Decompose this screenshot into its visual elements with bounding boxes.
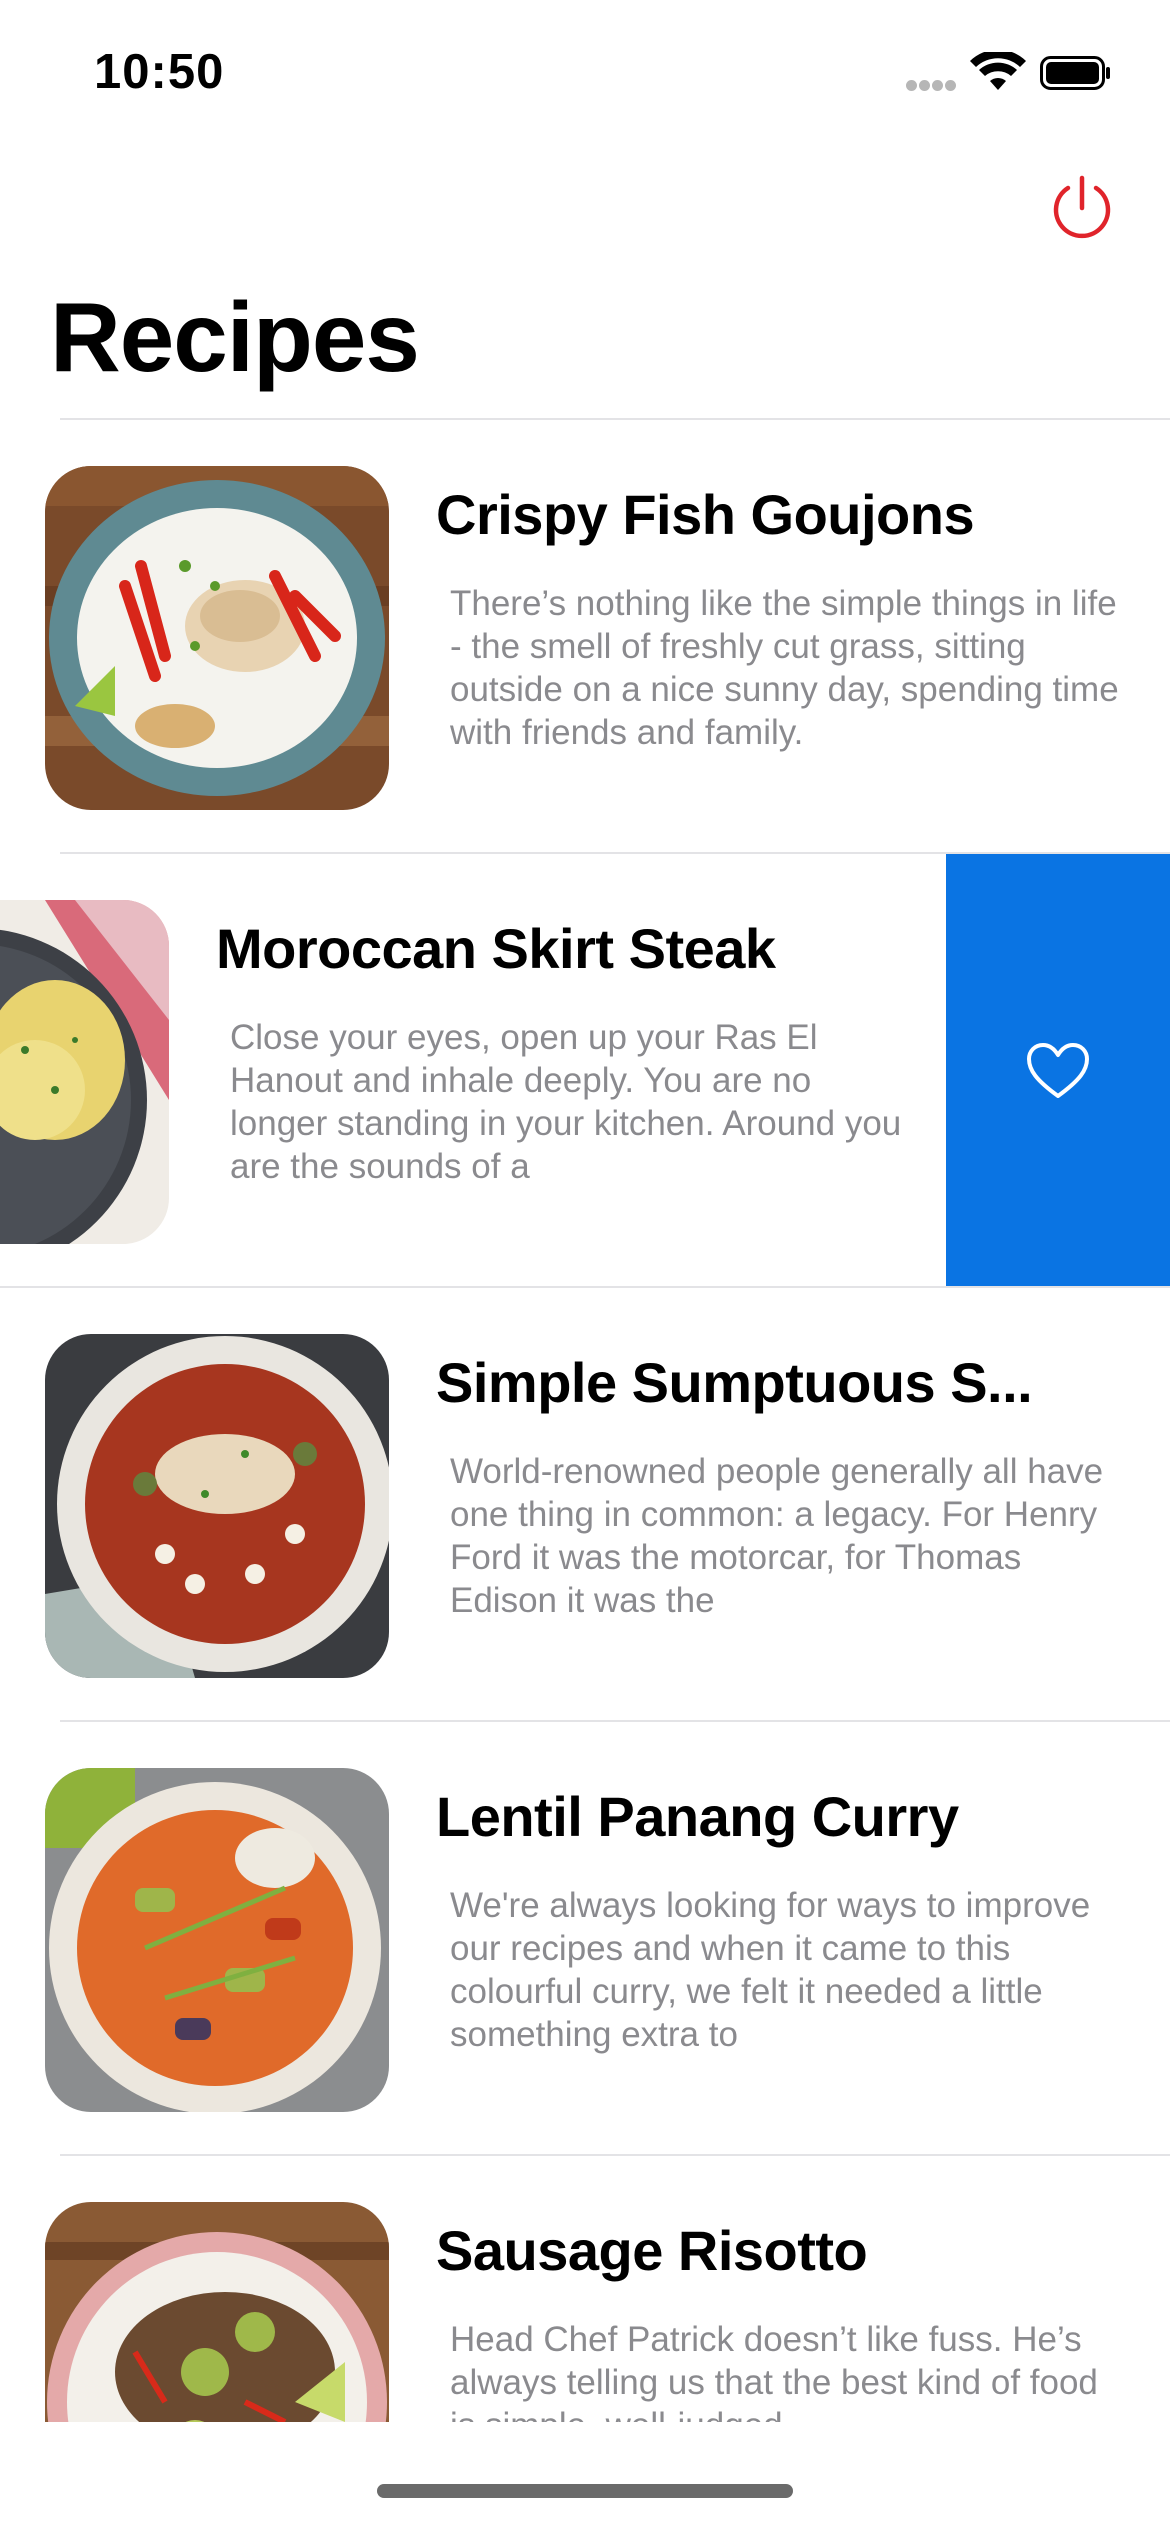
cellular-signal-icon: [906, 80, 956, 92]
recipe-image: [45, 1334, 389, 1678]
favorite-swipe-button[interactable]: [946, 854, 1170, 1288]
recipe-description: Close your eyes, open up your Ras El Han…: [230, 1018, 902, 1186]
home-indicator[interactable]: [377, 2484, 793, 2498]
battery-icon: [1040, 56, 1110, 90]
status-time: 10:50: [94, 45, 225, 99]
power-icon: [1053, 175, 1111, 239]
bottom-safe-area: [0, 2422, 1170, 2532]
recipe-row-sausage-risotto[interactable]: Sausage Risotto Head Chef Patrick doesn’…: [0, 2156, 1170, 2422]
recipe-row-lentil-panang-curry[interactable]: Lentil Panang Curry We're always looking…: [0, 1722, 1170, 2156]
wifi-icon: [970, 52, 1026, 90]
recipe-image: [45, 2202, 389, 2422]
status-bar: 10:50: [0, 0, 1170, 140]
recipe-description: Head Chef Patrick doesn’t like fuss. He’…: [450, 2320, 1098, 2422]
recipe-description: There’s nothing like the simple things i…: [450, 584, 1119, 752]
recipe-description: We're always looking for ways to improve…: [450, 1886, 1091, 2054]
recipe-title: Simple Sumptuous S...: [436, 1351, 1033, 1414]
heart-icon: [1027, 1043, 1089, 1098]
recipe-list[interactable]: Crispy Fish Goujons There’s nothing like…: [0, 418, 1170, 2422]
recipe-title: Sausage Risotto: [436, 2219, 868, 2282]
recipe-image: [0, 900, 169, 1244]
recipe-image: [45, 466, 389, 810]
recipes-screen: 10:50 Recipes Crispy Fish Goujons There’…: [0, 0, 1170, 2532]
recipe-description: World-renowned people generally all have…: [450, 1452, 1104, 1620]
logout-button[interactable]: [1046, 172, 1118, 244]
recipe-row-crispy-fish-goujons[interactable]: Crispy Fish Goujons There’s nothing like…: [0, 420, 1170, 854]
recipe-row-moroccan-skirt-steak[interactable]: Moroccan Skirt Steak Close your eyes, op…: [0, 854, 1170, 1288]
recipe-image: [45, 1768, 389, 2112]
page-title: Recipes: [50, 282, 420, 392]
recipe-title: Moroccan Skirt Steak: [216, 917, 776, 980]
recipe-title: Lentil Panang Curry: [436, 1785, 959, 1848]
recipe-row-simple-sumptuous[interactable]: Simple Sumptuous S... World-renowned peo…: [0, 1288, 1170, 1722]
recipe-title: Crispy Fish Goujons: [436, 483, 975, 546]
